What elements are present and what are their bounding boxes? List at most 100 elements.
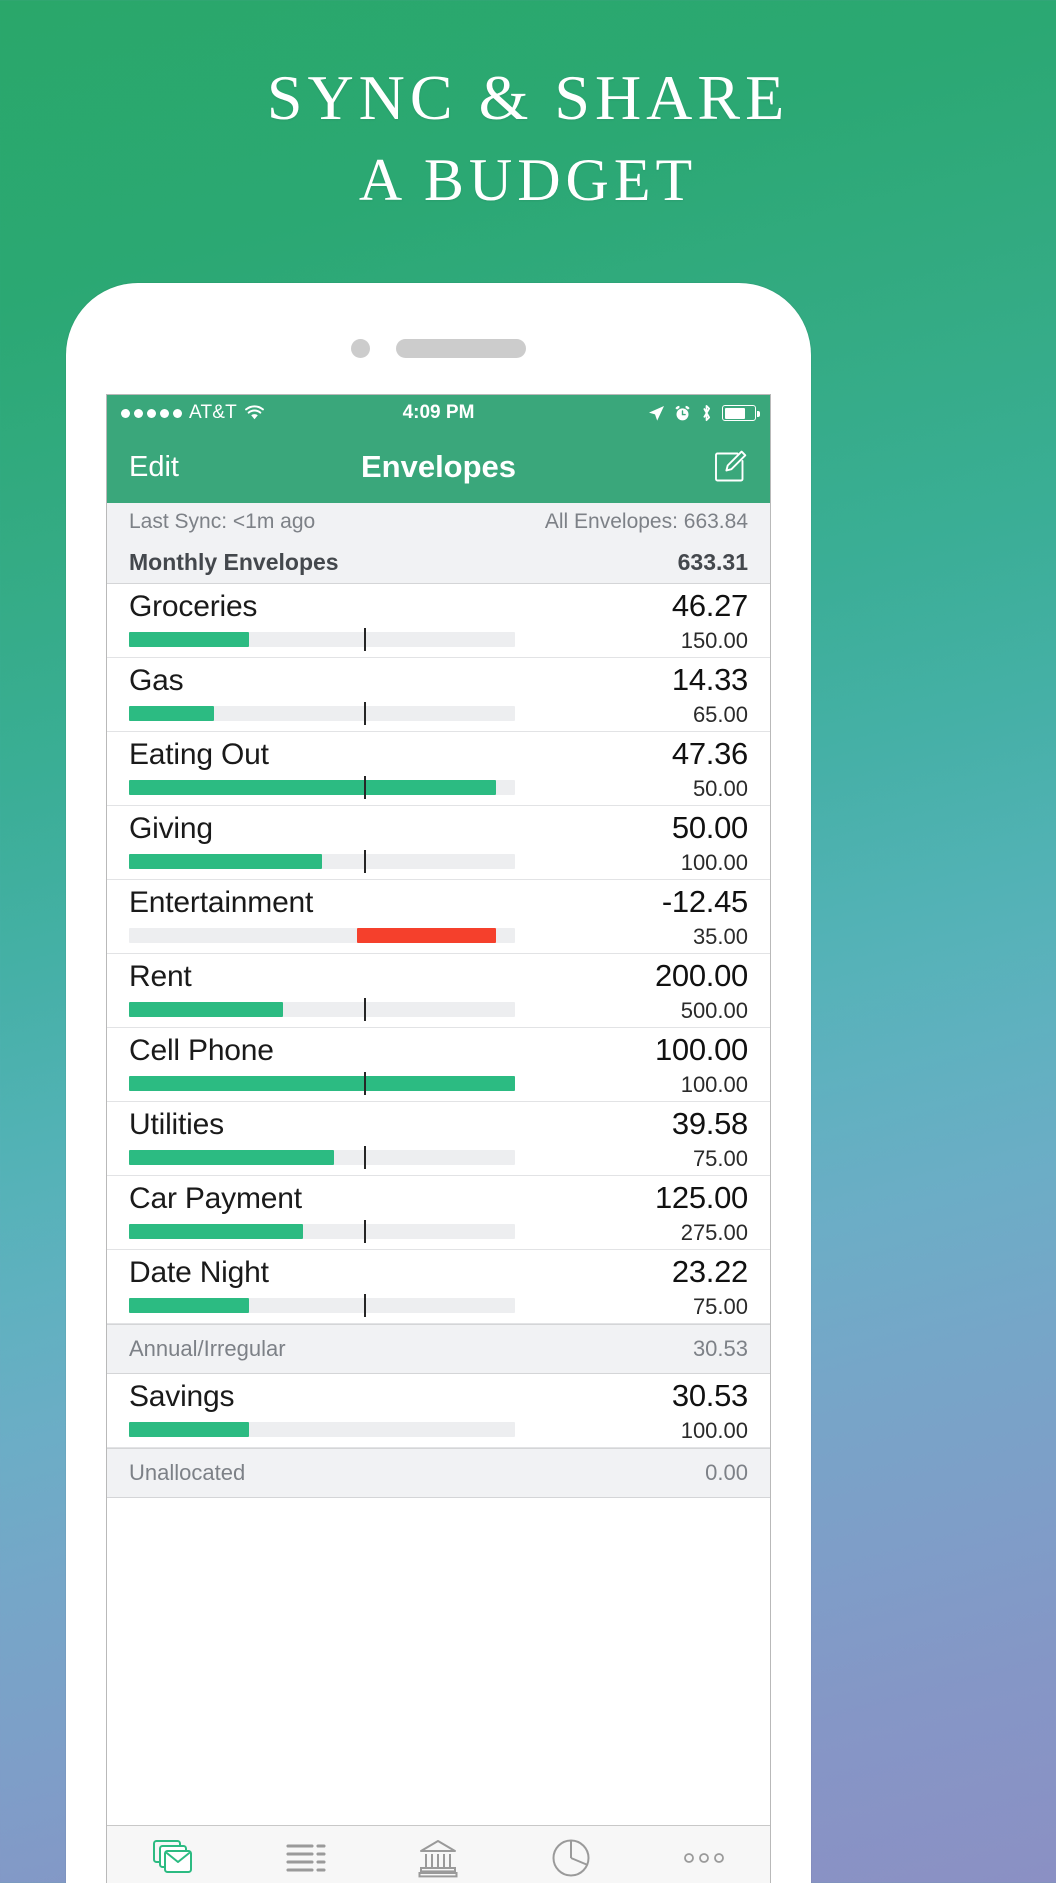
three-dots-icon [681,1835,727,1881]
tab-more[interactable]: More [637,1835,770,1883]
alarm-clock-icon [674,405,691,422]
envelope-budget: 35.00 [692,924,748,949]
headline-line-2: A BUDGET [358,147,698,213]
envelope-row[interactable]: Giving 50.00 100.00 [107,806,770,880]
envelope-name: Groceries [129,590,258,623]
section-header-unallocated[interactable]: Unallocated 0.00 [107,1448,770,1498]
envelope-row[interactable]: Cell Phone 100.00 100.00 [107,1028,770,1102]
envelope-name: Car Payment [129,1182,302,1215]
section-header-value: 0.00 [705,1460,748,1485]
nav-bar: Edit Envelopes [107,431,770,503]
envelope-row[interactable]: Utilities 39.58 75.00 [107,1102,770,1176]
envelope-name: Eating Out [129,738,269,771]
envelope-progress-bar [129,1220,515,1243]
envelope-budget: 75.00 [692,1146,748,1171]
envelope-budget: 65.00 [692,702,748,727]
envelope-name: Savings [129,1380,235,1413]
carrier-label: AT&T [189,402,237,423]
progress-fill [129,1076,515,1091]
envelope-balance: 50.00 [671,810,748,845]
list-lines-icon [285,1835,327,1881]
progress-fill [129,632,249,647]
progress-fill [129,1150,334,1165]
envelope-name: Date Night [129,1256,269,1289]
tab-transactions[interactable]: Transactions [240,1835,373,1883]
envelope-row[interactable]: Car Payment 125.00 275.00 [107,1176,770,1250]
progress-midpoint-tick [364,702,367,725]
envelope-budget: 75.00 [692,1294,748,1319]
progress-midpoint-tick [364,1294,367,1317]
tab-envelopes[interactable]: Envelopes [107,1835,240,1883]
pie-chart-icon [551,1835,591,1881]
summary-header: Last Sync: <1m ago All Envelopes: 663.84… [107,503,770,584]
bank-building-icon [418,1835,458,1881]
envelope-budget: 150.00 [680,628,748,653]
envelope-progress-bar [129,1422,515,1437]
front-camera-icon [351,338,370,358]
envelope-row[interactable]: Entertainment -12.45 35.00 [107,880,770,954]
envelope-row[interactable]: Rent 200.00 500.00 [107,954,770,1028]
envelope-balance: 47.36 [671,736,748,771]
compose-icon[interactable] [712,449,748,485]
tab-bar[interactable]: Envelopes Transactions Accounts Reports [107,1825,770,1883]
envelope-budget: 100.00 [680,850,748,875]
envelope-budget: 275.00 [680,1220,748,1245]
envelope-row[interactable]: Eating Out 47.36 50.00 [107,732,770,806]
envelope-progress-bar [129,998,515,1021]
tab-accounts[interactable]: Accounts [372,1835,505,1883]
edit-button[interactable]: Edit [129,451,179,484]
all-envelopes-total: All Envelopes: 663.84 [544,510,748,533]
wifi-icon [244,405,265,421]
progress-fill [129,1224,303,1239]
monthly-envelopes-label: Monthly Envelopes [129,548,339,575]
section-header-annual[interactable]: Annual/Irregular 30.53 [107,1324,770,1374]
monthly-envelopes-row[interactable]: Monthly Envelopes 633.31 [107,541,770,583]
phone-mockup: AT&T 4:09 PM Edit Envelopes Last Sync: <… [66,283,811,1883]
envelope-balance: 30.53 [671,1378,748,1413]
envelope-balance: -12.45 [661,884,748,919]
envelope-balance: 14.33 [671,662,748,697]
envelope-progress-bar [129,850,515,873]
progress-midpoint-tick [364,628,367,651]
envelope-balance: 125.00 [654,1180,748,1215]
envelope-row[interactable]: Gas 14.33 65.00 [107,658,770,732]
envelope-name: Utilities [129,1108,224,1141]
progress-fill [129,854,322,869]
progress-fill-negative [356,928,496,943]
status-bar-right [648,404,760,422]
progress-midpoint-tick [364,776,367,799]
envelope-progress-bar [129,1072,515,1095]
last-sync-label: Last Sync: <1m ago [129,510,316,533]
envelope-budget: 100.00 [680,1072,748,1097]
envelope-budget: 500.00 [680,998,748,1023]
section-header-label: Annual/Irregular [129,1336,286,1361]
envelope-budget: 50.00 [692,776,748,801]
envelope-balance: 46.27 [671,588,748,623]
page-title: Envelopes [360,449,517,484]
location-arrow-icon [648,405,665,422]
envelope-name: Gas [129,664,184,697]
envelope-balance: 200.00 [654,958,748,993]
envelope-row[interactable]: Groceries 46.27 150.00 [107,584,770,658]
envelope-name: Cell Phone [129,1034,274,1067]
envelopes-stack-icon [152,1835,194,1881]
promo-headline: SYNC & SHARE A BUDGET [0,56,1056,220]
envelope-balance: 39.58 [671,1106,748,1141]
envelope-balance: 100.00 [654,1032,748,1067]
envelope-name: Giving [129,812,213,845]
progress-midpoint-tick [364,1220,367,1243]
envelope-row[interactable]: Savings 30.53 100.00 [107,1374,770,1448]
envelope-progress-bar [129,776,515,799]
battery-icon [722,405,760,421]
progress-fill [129,1002,284,1017]
progress-fill [129,780,496,795]
envelope-balance: 23.22 [671,1254,748,1289]
status-bar: AT&T 4:09 PM [107,395,770,431]
envelope-row[interactable]: Date Night 23.22 75.00 [107,1250,770,1324]
tab-reports[interactable]: Reports [505,1835,638,1883]
envelope-name: Entertainment [129,886,314,919]
envelope-list[interactable]: Groceries 46.27 150.00 Gas 14.33 65.00 Eating … [107,584,770,1825]
progress-fill [129,1298,249,1313]
bluetooth-icon [700,404,713,422]
headline-line-1: SYNC & SHARE [266,62,790,133]
